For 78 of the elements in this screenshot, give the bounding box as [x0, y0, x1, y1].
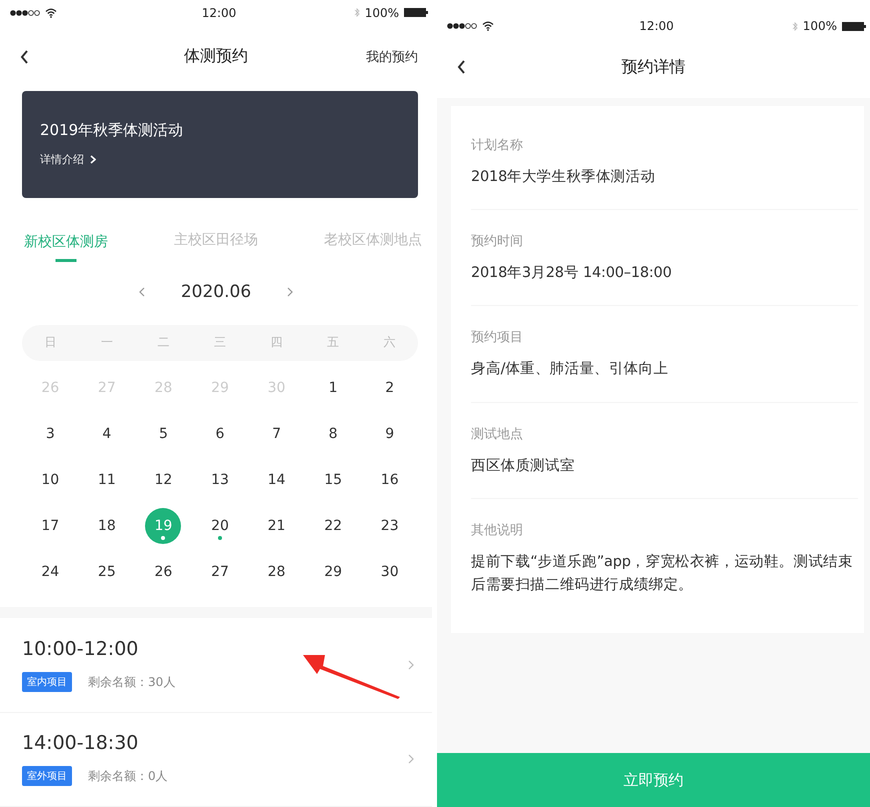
calendar-day[interactable]: 11	[88, 462, 125, 498]
weekday-label: 五	[327, 334, 340, 352]
category-tag: 室外项目	[22, 766, 72, 786]
calendar-day[interactable]: 2	[372, 370, 408, 406]
slot-time: 14:00-18:30	[22, 732, 140, 754]
category-tag: 室内项目	[22, 672, 72, 692]
calendar-day[interactable]: 10	[32, 462, 68, 498]
signal-icon	[447, 23, 477, 29]
field-label: 预约时间	[471, 233, 524, 250]
calendar-day[interactable]: 13	[202, 462, 238, 498]
calendar-day[interactable]: 26	[145, 554, 182, 590]
calendar-day[interactable]: 1	[315, 370, 352, 406]
weekday-label: 六	[384, 334, 396, 352]
chevron-icon	[90, 155, 96, 164]
calendar-day[interactable]: 5	[145, 416, 182, 452]
weekday-label: 二	[157, 334, 170, 352]
battery-icon	[404, 8, 428, 18]
calendar-day[interactable]: 23	[372, 508, 408, 544]
wifi-icon	[45, 8, 57, 18]
weekday-label: 一	[100, 334, 113, 352]
bluetooth-icon	[354, 7, 360, 18]
calendar-day[interactable]: 16	[372, 462, 408, 498]
field-label: 测试地点	[471, 426, 524, 443]
calendar-day[interactable]: 30	[372, 554, 408, 590]
calendar-day[interactable]: 4	[88, 416, 125, 452]
calendar-day[interactable]: 29	[315, 554, 352, 590]
time-slot[interactable]: 14:00-18:30 室外项目 剩余名额：0人	[0, 712, 432, 807]
field-value: 2018年大学生秋季体测活动	[471, 168, 656, 187]
next-month-icon[interactable]	[287, 287, 294, 297]
chevron-icon	[408, 754, 414, 764]
field-label: 计划名称	[471, 137, 524, 154]
field-value: 西区体质测试室	[471, 456, 576, 476]
weekday-label: 三	[214, 334, 226, 352]
calendar-day[interactable]: 18	[88, 508, 125, 544]
calendar-day[interactable]: 14	[258, 462, 295, 498]
field-label: 预约项目	[471, 329, 524, 346]
weekday-label: 四	[270, 334, 283, 352]
slot-time: 10:00-12:00	[22, 638, 140, 660]
calendar-day[interactable]: 28	[258, 554, 295, 590]
screen-title: 预约详情	[622, 56, 686, 78]
calendar-day[interactable]: 22	[315, 508, 352, 544]
calendar-day[interactable]: 25	[88, 554, 125, 590]
back-icon[interactable]	[457, 60, 466, 74]
calendar-day[interactable]: 3	[32, 416, 68, 452]
wifi-icon	[482, 21, 494, 31]
status-time: 12:00	[639, 19, 674, 33]
calendar-day[interactable]: 20	[202, 508, 238, 544]
screen-title: 体测预约	[184, 46, 248, 68]
calendar-day[interactable]: 27	[202, 554, 238, 590]
calendar-day[interactable]: 24	[32, 554, 68, 590]
my-bookings-link[interactable]: 我的预约	[366, 48, 418, 66]
signal-icon	[10, 10, 40, 16]
calendar-day[interactable]: 6	[202, 416, 238, 452]
banner-title: 2019年秋季体测活动	[40, 121, 184, 140]
weekday-label: 日	[44, 334, 56, 352]
calendar-day[interactable]: 17	[32, 508, 68, 544]
calendar-day[interactable]: 9	[372, 416, 408, 452]
back-icon[interactable]	[20, 50, 29, 64]
calendar-day[interactable]: 15	[315, 462, 352, 498]
battery-percent: 100%	[802, 19, 837, 33]
remaining-quota: 剩余名额：30人	[88, 674, 176, 691]
previous-month-icon[interactable]	[138, 287, 145, 297]
details-link[interactable]: 详情介绍	[40, 152, 96, 168]
battery-percent: 100%	[364, 6, 399, 20]
calendar-day[interactable]: 12	[145, 462, 182, 498]
status-time: 12:00	[202, 6, 236, 20]
field-value: 身高/体重、肺活量、引体向上	[471, 360, 670, 380]
remaining-quota: 剩余名额：0人	[88, 768, 168, 785]
battery-icon	[842, 22, 866, 30]
calendar-day[interactable]: 7	[258, 416, 295, 452]
calendar-day[interactable]: 21	[258, 508, 295, 544]
bluetooth-icon	[792, 20, 798, 32]
month-label: 2020.06	[180, 282, 252, 302]
field-value: 提前下载“步道乐跑”app，穿宽松衣裤，运动鞋。测试结束后需要扫描二维码进行成绩绑定。	[471, 552, 854, 595]
chevron-icon	[408, 660, 414, 670]
field-label: 其他说明	[471, 522, 524, 539]
calendar-day[interactable]: 8	[315, 416, 352, 452]
field-value: 2018年3月28号 14:00–18:00	[471, 264, 673, 284]
